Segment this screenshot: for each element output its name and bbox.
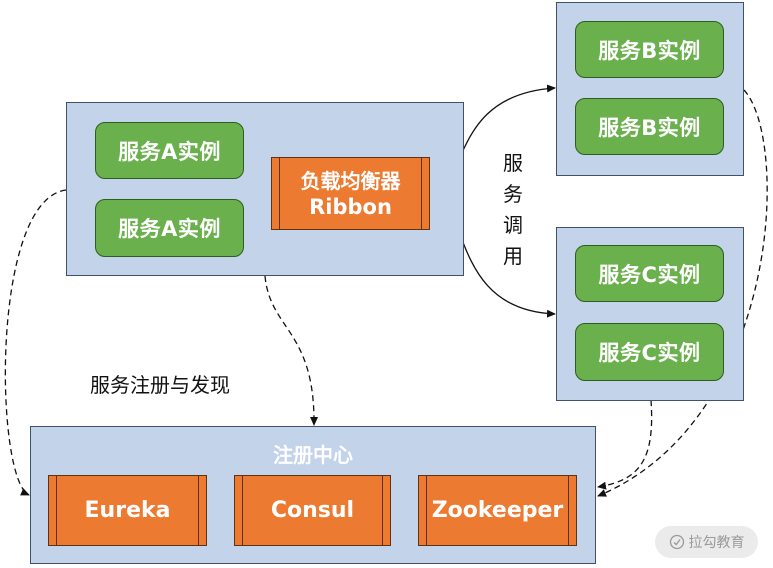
register-arrow-a-bottom — [264, 275, 319, 426]
service-c-instance-2[interactable]: 服务C实例 — [575, 323, 724, 381]
service-a-instance-2[interactable]: 服务A实例 — [95, 199, 244, 257]
watermark: 拉勾教育 — [655, 526, 758, 558]
service-c-instance-1[interactable]: 服务C实例 — [575, 245, 724, 302]
registry-zookeeper[interactable]: Zookeeper — [418, 475, 577, 546]
service-a-instance-1[interactable]: 服务A实例 — [95, 122, 244, 179]
watermark-text: 拉勾教育 — [688, 535, 745, 551]
registry-eureka-label: Eureka — [84, 498, 171, 523]
lagou-logo-icon — [669, 534, 684, 550]
registry-zookeeper-label: Zookeeper — [431, 498, 564, 523]
service-call-label: 服务调用 — [503, 151, 523, 268]
register-arrow-c-bottom — [597, 399, 653, 490]
registration-discovery-label: 服务注册与发现 — [90, 373, 230, 397]
registry-consul-label: Consul — [270, 498, 355, 523]
load-balancer-name: Ribbon — [309, 194, 392, 219]
service-b-instance-1[interactable]: 服务B实例 — [575, 21, 724, 78]
load-balancer-title: 负载均衡器 — [300, 168, 401, 193]
load-balancer-ribbon[interactable]: 负载均衡器 Ribbon — [271, 157, 430, 230]
registry-title: 注册中心 — [273, 443, 353, 467]
registry-eureka[interactable]: Eureka — [48, 475, 207, 546]
service-b-instance-2[interactable]: 服务B实例 — [575, 98, 724, 155]
registry-consul[interactable]: Consul — [234, 475, 391, 546]
